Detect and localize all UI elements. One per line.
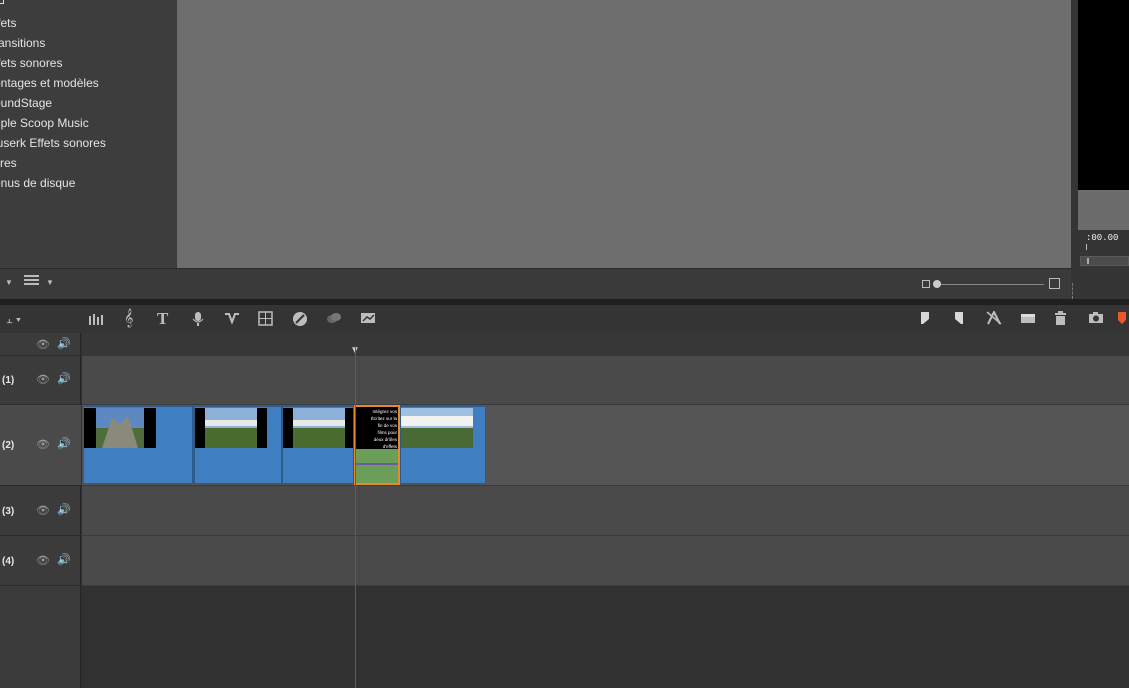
speaker-icon[interactable]: 🔊 <box>57 437 71 450</box>
selected-title-clip[interactable]: Intégrez vos Écritez sur la fin de vos f… <box>354 405 400 485</box>
library-panel: ffets ransitions ffets sonores ontages e… <box>0 0 177 268</box>
timeline-empty-area[interactable] <box>82 586 1129 688</box>
clip-thumbnail <box>283 408 353 448</box>
transition-icon[interactable] <box>224 311 240 328</box>
title-text-line: deux drôles <box>373 437 397 442</box>
chevron-down-icon[interactable]: ▼ <box>5 278 13 287</box>
color-icon[interactable] <box>292 311 308 330</box>
zoom-slider[interactable] <box>936 284 1044 285</box>
library-browser-area <box>177 0 1071 268</box>
clip-thumbnail <box>195 408 267 448</box>
master-track-header: 👁 🔊 <box>0 333 81 356</box>
video-clip[interactable] <box>282 406 354 484</box>
track-headers: 👁 🔊 (1) 👁 🔊 (2) 👁 🔊 (3) 👁 🔊 (4) 👁 🔊 <box>0 333 81 688</box>
chevron-down-icon[interactable]: ▼ <box>46 278 54 287</box>
track-1[interactable] <box>82 356 1129 405</box>
title-text-line: Écritez sur la <box>370 416 397 421</box>
effects-icon <box>326 311 342 328</box>
delete-icon[interactable] <box>1054 311 1067 329</box>
library-item-effets-sonores[interactable]: ffets sonores <box>0 53 62 73</box>
speaker-icon[interactable]: 🔊 <box>57 553 71 566</box>
video-clip[interactable] <box>83 406 193 484</box>
title-clip-overlay <box>356 465 398 483</box>
track-header-2[interactable]: (2) 👁 🔊 <box>0 405 81 486</box>
title-text-line: Intégrez vos <box>372 409 397 414</box>
large-thumb-icon <box>1049 278 1060 289</box>
scrubber-handle[interactable] <box>1087 258 1089 264</box>
video-clip[interactable] <box>194 406 282 484</box>
timecode-display: :00.00 <box>1086 233 1119 243</box>
microphone-icon[interactable] <box>192 311 204 330</box>
library-item-transitions[interactable]: ransitions <box>0 33 45 53</box>
eye-icon[interactable]: 👁 <box>36 504 50 517</box>
small-thumb-icon <box>922 280 930 288</box>
track-options-icon[interactable]: ⫠ ▾ <box>6 312 21 328</box>
snapshot-icon[interactable] <box>1020 311 1036 327</box>
list-view-icon[interactable] <box>24 275 39 285</box>
eye-icon[interactable]: 👁 <box>36 373 50 386</box>
clip-thumbnail <box>84 408 156 448</box>
audio-mixer-icon[interactable] <box>88 311 104 328</box>
timeline-toolbar: ⫠ ▾ 𝄞 T <box>0 305 1129 333</box>
track-2[interactable]: Intégrez vos Écritez sur la fin de vos f… <box>82 405 1129 486</box>
video-clip[interactable] <box>400 406 486 484</box>
track-3[interactable] <box>82 486 1129 536</box>
library-item-titres[interactable]: itres <box>0 153 17 173</box>
clip-thumbnail <box>401 408 473 448</box>
track-label: (4) <box>2 556 15 567</box>
timeline-ruler[interactable] <box>82 333 1129 356</box>
collapse-icon[interactable] <box>0 0 4 4</box>
track-header-1[interactable]: (1) 👁 🔊 <box>0 356 81 405</box>
camera-icon[interactable] <box>1088 311 1104 327</box>
razor-icon[interactable] <box>986 309 1002 328</box>
chart-icon[interactable] <box>360 311 376 328</box>
speaker-icon[interactable]: 🔊 <box>57 372 71 385</box>
eye-icon[interactable]: 👁 <box>36 338 50 351</box>
eye-icon[interactable]: 👁 <box>36 438 50 451</box>
title-clip-preview: Intégrez vos Écritez sur la fin de vos f… <box>356 407 398 449</box>
timecode-cursor <box>1086 244 1087 250</box>
eye-icon[interactable]: 👁 <box>36 554 50 567</box>
preview-scrubber[interactable] <box>1080 256 1129 266</box>
title-text-line: fin de vos <box>377 423 397 428</box>
marker-right-icon[interactable] <box>954 311 964 328</box>
track-header-4[interactable]: (4) 👁 🔊 <box>0 536 81 586</box>
title-clip-overlay <box>356 449 398 463</box>
playhead-line <box>355 346 356 688</box>
library-bottom-bar: ▼ ▼ <box>0 268 1071 299</box>
track-label: (1) <box>2 375 15 386</box>
library-item-menus[interactable]: enus de disque <box>0 173 75 193</box>
montage-icon[interactable] <box>258 311 273 329</box>
zoom-slider-handle[interactable] <box>933 280 941 288</box>
library-item-montages[interactable]: ontages et modèles <box>0 73 99 93</box>
marker-left-icon[interactable] <box>920 311 930 328</box>
library-item-effets[interactable]: ffets <box>0 13 16 33</box>
speaker-icon[interactable]: 🔊 <box>57 503 71 516</box>
speaker-icon[interactable]: 🔊 <box>57 337 71 350</box>
preview-screen <box>1078 0 1129 190</box>
music-note-icon[interactable]: 𝄞 <box>124 311 133 327</box>
library-item-triple-scoop[interactable]: riple Scoop Music <box>0 113 89 133</box>
track-header-3[interactable]: (3) 👁 🔊 <box>0 486 81 536</box>
title-icon[interactable]: T <box>157 310 168 327</box>
resize-grip[interactable] <box>1072 283 1078 299</box>
library-item-luserk[interactable]: luserk Effets sonores <box>0 133 106 153</box>
track-label: (2) <box>2 440 15 451</box>
title-text-line: films pour <box>377 430 397 435</box>
preview-controls-area <box>1078 190 1129 230</box>
track-4[interactable] <box>82 536 1129 586</box>
record-marker-icon[interactable] <box>1117 311 1127 328</box>
track-label: (3) <box>2 506 15 517</box>
library-item-soundstage[interactable]: oundStage <box>0 93 52 113</box>
